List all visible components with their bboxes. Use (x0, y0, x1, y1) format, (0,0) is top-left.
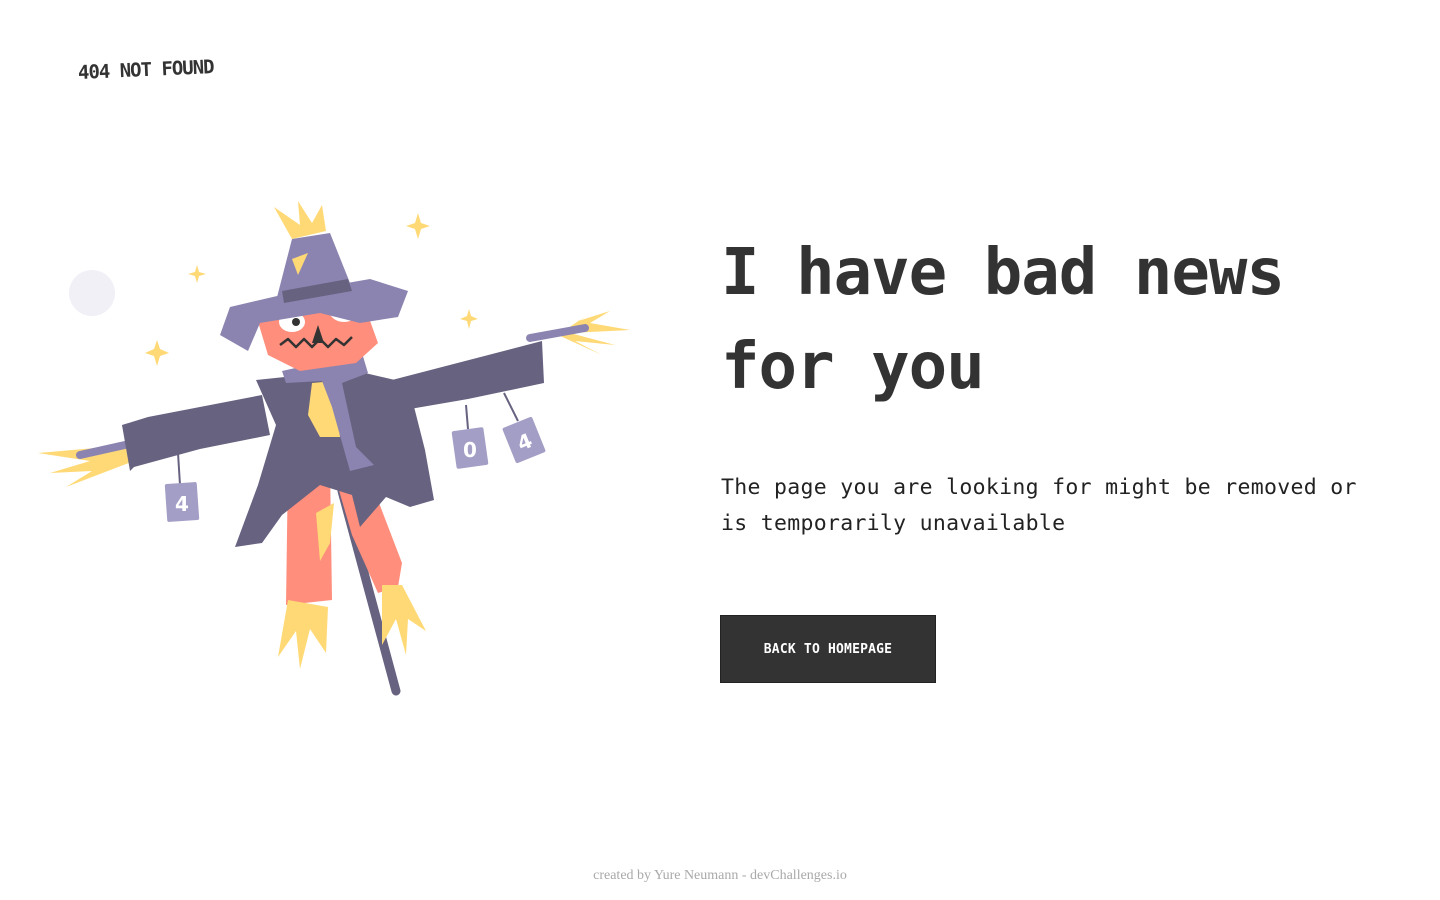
scarecrow-illustration: 4 0 4 (30, 195, 640, 705)
headline-line-2: for you (721, 330, 985, 404)
sparkle-icon (188, 265, 206, 283)
scarecrow-icon: 4 0 4 (38, 201, 630, 696)
moon-icon (69, 270, 115, 316)
page-title: I have bad news for you (721, 226, 1401, 414)
footer-credit: created by Yure Neumann - devChallenges.… (593, 868, 847, 883)
brand-logo[interactable]: 404 NOT FOUND (78, 56, 215, 84)
error-message: The page you are looking for might be re… (721, 475, 1357, 536)
sparkle-icon (460, 309, 478, 329)
headline-line-1: I have bad news (721, 236, 1285, 310)
sparkle-icon (145, 340, 169, 366)
back-to-homepage-button[interactable]: BACK TO HOMEPAGE (720, 615, 936, 683)
sparkle-icon (406, 213, 430, 239)
svg-text:4: 4 (175, 492, 189, 516)
error-content: I have bad news for you The page you are … (721, 226, 1401, 542)
svg-text:0: 0 (463, 438, 477, 462)
